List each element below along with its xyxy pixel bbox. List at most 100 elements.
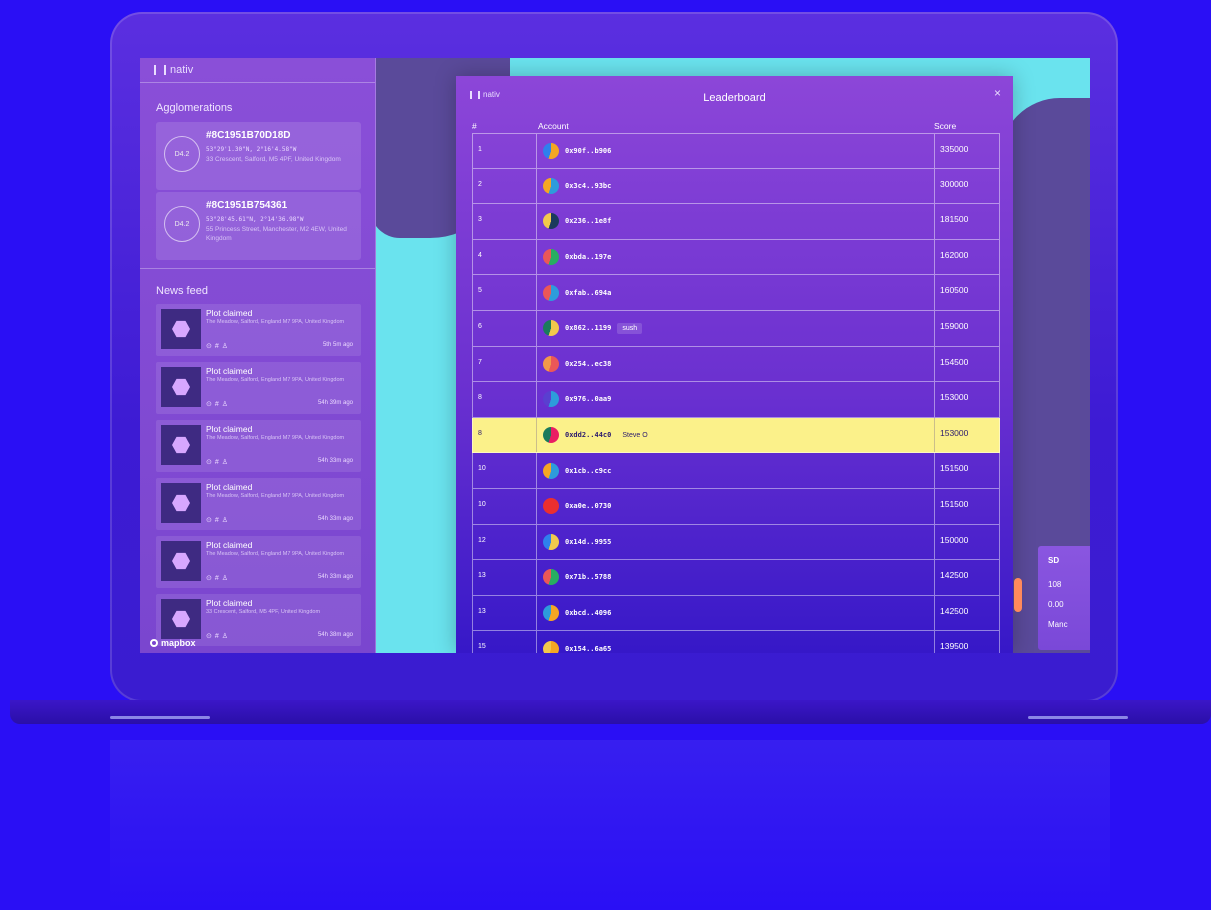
rank-cell: 5 <box>473 275 537 310</box>
account-cell: 0x3c4..93bc <box>537 168 935 204</box>
table-row[interactable]: 12 0x14d..9955 150000 <box>472 524 1000 561</box>
rank-cell: 7 <box>473 346 537 382</box>
table-row[interactable]: 1 0x90f..b906 335000 <box>472 133 1000 169</box>
news-action-icons: ⊙#♙ <box>206 575 232 582</box>
account-avatar <box>543 177 559 194</box>
score-cell: 162000 <box>940 249 969 260</box>
hexagon-icon <box>172 610 190 628</box>
account-cell: 0x254..ec38 <box>537 346 935 382</box>
account-cell: 0x14d..9955 <box>537 524 935 560</box>
news-item[interactable]: Plot claimed The Meadow, Salford, Englan… <box>156 420 361 472</box>
plot-price: 0.00 <box>1048 600 1064 609</box>
agglomeration-card[interactable]: D4.2 #8C1951B754361 53°28'45.61"N, 2°14'… <box>156 192 361 260</box>
account-address: 0x976..0aa9 <box>565 395 612 404</box>
agglomeration-card[interactable]: D4.2 #8C1951B70D18D 53°29'1.30"N, 2°16'4… <box>156 122 361 190</box>
news-time: 54h 38m ago <box>317 632 353 638</box>
table-row[interactable]: 8 0x976..0aa9 153000 <box>472 382 1000 418</box>
close-icon[interactable]: × <box>994 86 1001 100</box>
score-cell: 335000 <box>940 144 969 154</box>
mapbox-label: mapbox <box>161 638 196 648</box>
table-row[interactable]: 10 0x1cb..c9cc 151500 <box>472 453 1000 489</box>
news-time: 54h 33m ago <box>317 574 353 580</box>
leaderboard-modal: nativ Leaderboard × # Account Score 1 0x9… <box>456 76 1013 653</box>
table-row[interactable]: 6 0x862..1199 sush 159000 <box>472 310 1000 347</box>
table-row[interactable]: 10 0xa0e..0730 151500 <box>472 488 1000 525</box>
plot-code: SD <box>1048 556 1060 565</box>
news-title: Plot claimed <box>206 308 253 318</box>
rank-cell: 2 <box>473 168 537 204</box>
account-avatar <box>543 391 559 408</box>
account-cell: 0x236..1e8f <box>537 204 935 239</box>
news-address: The Meadow, Salford, England M7 9PA, Uni… <box>206 551 345 557</box>
news-title: Plot claimed <box>206 424 253 434</box>
account-cell: 0x71b..5788 <box>537 560 935 595</box>
news-time: 54h 33m ago <box>317 458 353 464</box>
table-row[interactable]: 4 0xbda..197e 162000 <box>472 239 1000 276</box>
plot-thumbnail <box>161 483 201 523</box>
rank-cell: 12 <box>473 524 537 560</box>
table-row[interactable]: 8 0xdd2..44c0 Steve O 153000 <box>472 417 1000 454</box>
rank-cell: 10 <box>473 488 537 524</box>
plot-thumbnail <box>161 367 201 407</box>
hexagon-icon <box>172 494 190 512</box>
account-cell: 0xa0e..0730 <box>537 488 935 524</box>
news-item[interactable]: Plot claimed The Meadow, Salford, Englan… <box>156 478 361 530</box>
rank-cell: 3 <box>473 204 537 239</box>
hexagon-icon <box>172 552 190 570</box>
score-cell: 142500 <box>940 570 969 581</box>
score-cell: 142500 <box>940 605 969 616</box>
score-cell: 151500 <box>940 498 969 509</box>
news-item[interactable]: Plot claimed The Meadow, Salford, Englan… <box>156 362 361 414</box>
account-avatar <box>543 605 559 622</box>
account-avatar <box>543 213 559 230</box>
header-account: Account <box>538 121 569 131</box>
account-address: 0xbcd..4096 <box>565 609 612 618</box>
table-row[interactable]: 5 0xfab..694a 160500 <box>472 275 1000 311</box>
agglomeration-badge: D4.2 <box>164 136 200 172</box>
account-avatar <box>543 355 559 372</box>
news-item[interactable]: Plot claimed The Meadow, Salford, Englan… <box>156 536 361 588</box>
agglomeration-coords: 53°28'45.61"N, 2°14'36.98"W <box>206 216 304 223</box>
score-cell: 150000 <box>940 534 969 545</box>
score-cell: 154500 <box>940 356 969 367</box>
news-title: Plot claimed <box>206 366 253 376</box>
account-cell: 0xfab..694a <box>537 275 935 310</box>
agglomeration-id: #8C1951B754361 <box>206 200 288 211</box>
account-cell: 0x90f..b906 <box>537 134 935 168</box>
news-title: Plot claimed <box>206 482 253 492</box>
account-address: 0x3c4..93bc <box>565 181 612 190</box>
brand-name: nativ <box>170 64 194 76</box>
table-row[interactable]: 15 0x154..6a65 139500 <box>472 631 1000 653</box>
table-row[interactable]: 7 0x254..ec38 154500 <box>472 346 1000 383</box>
table-row[interactable]: 13 0xbcd..4096 142500 <box>472 595 1000 632</box>
rank-cell: 13 <box>473 560 537 595</box>
map-marker[interactable] <box>1014 578 1022 612</box>
account-avatar <box>543 284 559 301</box>
score-cell: 153000 <box>940 427 969 438</box>
account-nickname: Steve O <box>622 431 648 439</box>
account-avatar <box>543 249 559 266</box>
news-action-icons: ⊙#♙ <box>206 633 232 640</box>
account-address: 0x90f..b906 <box>565 146 612 155</box>
brand-logo[interactable]: nativ <box>154 64 193 76</box>
laptop-foot-left <box>110 716 210 719</box>
table-row[interactable]: 3 0x236..1e8f 181500 <box>472 204 1000 240</box>
table-row[interactable]: 13 0x71b..5788 142500 <box>472 560 1000 596</box>
mapbox-icon <box>150 639 158 647</box>
news-address: The Meadow, Salford, England M7 9PA, Uni… <box>206 319 345 325</box>
news-item[interactable]: Plot claimed The Meadow, Salford, Englan… <box>156 304 361 356</box>
header-rank: # <box>472 121 477 131</box>
plot-info-panel[interactable]: SD 108 0.00 Manc <box>1038 546 1090 650</box>
news-action-icons: ⊙#♙ <box>206 401 232 408</box>
news-title: Plot claimed <box>206 540 253 550</box>
mapbox-attribution[interactable]: mapbox <box>150 638 196 648</box>
account-address: 0x14d..9955 <box>565 537 612 546</box>
account-address: 0xa0e..0730 <box>565 502 612 511</box>
account-address: 0x862..1199 <box>565 324 612 333</box>
divider <box>140 82 375 83</box>
divider <box>140 268 375 269</box>
score-cell: 153000 <box>940 392 969 403</box>
table-row[interactable]: 2 0x3c4..93bc 300000 <box>472 168 1000 205</box>
rank-cell: 1 <box>473 134 537 168</box>
news-address: The Meadow, Salford, England M7 9PA, Uni… <box>206 493 345 499</box>
